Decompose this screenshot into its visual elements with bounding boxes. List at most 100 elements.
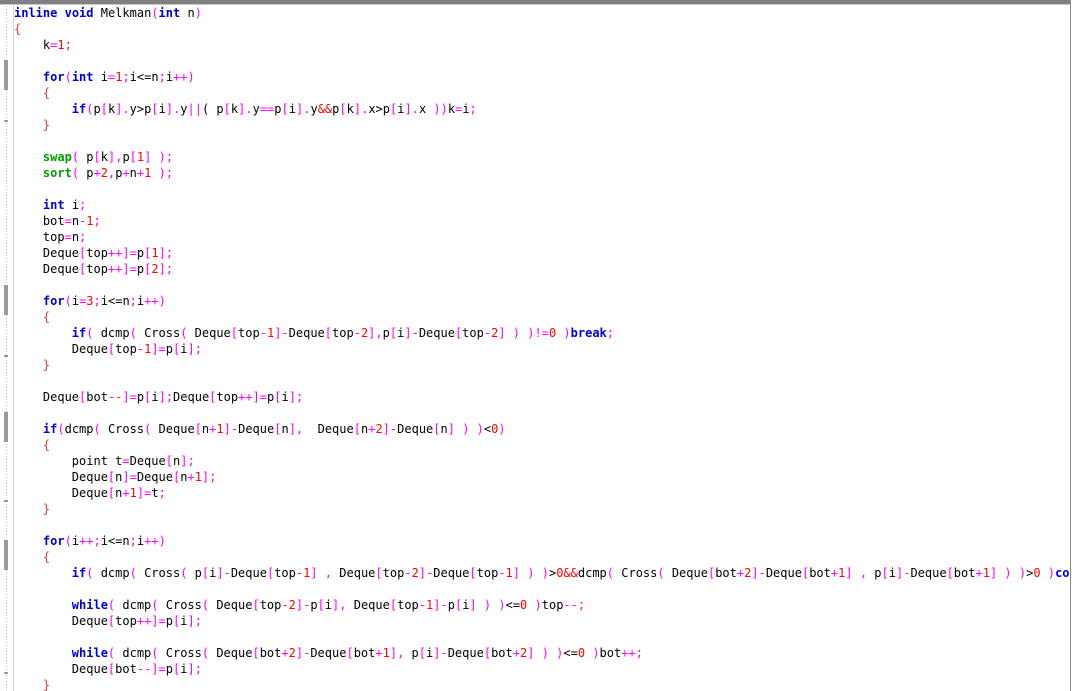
code-token-id: top — [86, 246, 108, 260]
code-line[interactable]: } — [14, 357, 1070, 373]
code-token-id: n — [71, 214, 80, 228]
fold-region-bar[interactable] — [4, 60, 8, 90]
code-token-id: Deque — [14, 390, 80, 404]
fold-region-end-tick[interactable] — [4, 500, 8, 502]
code-token-id: Deque — [14, 262, 80, 276]
code-folding-gutter[interactable] — [0, 6, 13, 691]
code-token-id: dcmp — [115, 646, 152, 660]
code-token-id: i — [151, 390, 159, 404]
code-token-id: p — [165, 662, 173, 676]
code-token-id: i — [158, 102, 166, 116]
code-token-kw: for — [42, 294, 65, 308]
code-editor-window: inline void Melkman(int n){ k=1; for(int… — [0, 0, 1078, 691]
code-token-br: } — [42, 502, 51, 516]
code-line[interactable] — [14, 277, 1070, 293]
fold-region-end-tick[interactable] — [4, 120, 8, 122]
code-token-pn: = — [158, 342, 166, 356]
code-line[interactable]: int i; — [14, 197, 1070, 213]
code-token-pn: . — [122, 102, 130, 116]
code-line[interactable]: if(dcmp( Cross( Deque[n+1]-Deque[n], Deq… — [14, 421, 1070, 437]
code-token-id — [14, 86, 43, 100]
code-line[interactable]: Deque[n+1]=t; — [14, 485, 1070, 501]
code-line[interactable]: Deque[top++]=p[1]; — [14, 245, 1070, 261]
code-token-pn: ; — [79, 198, 87, 212]
code-line[interactable]: } — [14, 501, 1070, 517]
code-token-pn: ; — [122, 70, 130, 84]
code-token-pn: ; — [165, 166, 174, 180]
code-token-pn: [ — [389, 598, 398, 612]
code-line[interactable]: } — [14, 117, 1070, 133]
code-token-pn: ) — [527, 326, 535, 340]
code-token-pn: ) — [476, 422, 484, 436]
code-line[interactable]: Deque[bot--]=p[i];Deque[top++]=p[i]; — [14, 389, 1070, 405]
code-token-pn: ; — [165, 390, 174, 404]
code-token-id: bot — [14, 214, 65, 228]
code-token-id: top — [238, 326, 260, 340]
code-token-id: i — [71, 534, 80, 548]
code-token-pn: ] — [158, 390, 166, 404]
code-line[interactable]: Deque[top++]=p[i]; — [14, 613, 1070, 629]
code-line[interactable]: } — [14, 677, 1070, 691]
code-token-pn: ; — [129, 294, 137, 308]
code-line[interactable]: bot=n-1; — [14, 213, 1070, 229]
code-token-pn: = — [158, 614, 166, 628]
code-token-pn: , — [339, 598, 347, 612]
code-token-pn: ( — [64, 70, 72, 84]
code-token-id: top — [332, 326, 354, 340]
code-token-id: i — [71, 294, 80, 308]
code-line[interactable]: top=n; — [14, 229, 1070, 245]
code-line[interactable]: k=1; — [14, 37, 1070, 53]
code-token-pn: ( — [657, 566, 665, 580]
code-line[interactable]: Deque[top-1]=p[i]; — [14, 341, 1070, 357]
code-line[interactable] — [14, 581, 1070, 597]
fold-region-end-tick[interactable] — [4, 672, 8, 674]
fold-region-end-tick[interactable] — [4, 355, 8, 357]
code-line[interactable]: Deque[top++]=p[2]; — [14, 261, 1070, 277]
code-token-id: Deque — [14, 246, 80, 260]
code-token-id — [14, 198, 43, 212]
code-line[interactable] — [14, 181, 1070, 197]
code-token-id: p — [310, 598, 318, 612]
code-text-area[interactable]: inline void Melkman(int n){ k=1; for(int… — [14, 5, 1070, 691]
code-line[interactable] — [14, 53, 1070, 69]
code-line[interactable]: Deque[n]=Deque[n+1]; — [14, 469, 1070, 485]
code-token-pn: ] — [158, 246, 166, 260]
code-line[interactable] — [14, 373, 1070, 389]
code-line[interactable]: sort( p+2,p+n+1 ); — [14, 165, 1070, 181]
code-line[interactable]: if( dcmp( Cross( p[i]-Deque[top-1] , Deq… — [14, 565, 1070, 581]
code-token-pn: ] — [165, 102, 174, 116]
code-line[interactable]: point t=Deque[n]; — [14, 453, 1070, 469]
code-line[interactable]: inline void Melkman(int n) — [14, 5, 1070, 21]
code-line[interactable]: { — [14, 549, 1070, 565]
fold-region-bar[interactable] — [4, 285, 8, 315]
code-line[interactable] — [14, 629, 1070, 645]
code-line[interactable]: { — [14, 437, 1070, 453]
code-line[interactable]: while( dcmp( Cross( Deque[bot+2]-Deque[b… — [14, 645, 1070, 661]
code-token-pn: ; — [93, 294, 101, 308]
code-line[interactable] — [14, 405, 1070, 421]
code-token-pn: ; — [194, 614, 202, 628]
code-line[interactable]: for(int i=1;i<=n;i++) — [14, 69, 1070, 85]
code-line[interactable]: for(i++;i<=n;i++) — [14, 533, 1070, 549]
fold-region-bar[interactable] — [4, 412, 8, 442]
code-token-pn: ; — [635, 646, 643, 660]
code-line[interactable]: { — [14, 85, 1070, 101]
code-line[interactable]: { — [14, 21, 1070, 37]
code-line[interactable]: Deque[bot--]=p[i]; — [14, 661, 1070, 677]
code-token-pn: ) — [1047, 566, 1056, 580]
code-line[interactable] — [14, 517, 1070, 533]
fold-region-bar[interactable] — [4, 540, 8, 570]
code-line[interactable]: { — [14, 309, 1070, 325]
code-token-id — [14, 550, 43, 564]
code-token-pn: + — [512, 646, 520, 660]
code-line[interactable]: for(i=3;i<=n;i++) — [14, 293, 1070, 309]
code-token-id: Deque — [664, 566, 708, 580]
code-line[interactable]: if(p[k].y>p[i].y||( p[k].y==p[i].y&&p[k]… — [14, 101, 1070, 117]
code-line[interactable] — [14, 133, 1070, 149]
code-token-pn: ] — [122, 262, 130, 276]
code-token-pn: ] — [353, 102, 362, 116]
code-line[interactable]: swap( p[k],p[1] ); — [14, 149, 1070, 165]
code-line[interactable]: while( dcmp( Cross( Deque[top-2]-p[i], D… — [14, 597, 1070, 613]
code-token-pn: [ — [230, 326, 239, 340]
code-line[interactable]: if( dcmp( Cross( Deque[top-1]-Deque[top-… — [14, 325, 1070, 341]
